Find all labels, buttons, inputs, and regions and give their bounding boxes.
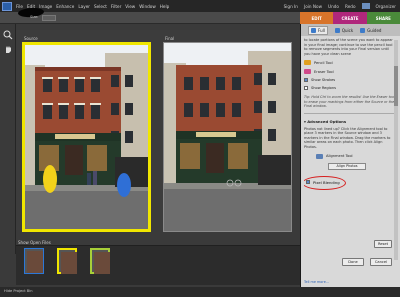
alignment-tool-item[interactable]: Alignment Tool bbox=[316, 153, 396, 159]
show-strokes-label: Show Strokes bbox=[311, 78, 336, 83]
panel-scroll-thumb[interactable] bbox=[394, 66, 398, 106]
tab-create[interactable]: CREATE bbox=[333, 12, 367, 24]
tab-guided-label: Guided bbox=[367, 27, 382, 33]
show-strokes-checkbox[interactable]: Show Strokes bbox=[304, 78, 396, 83]
final-image-pane[interactable] bbox=[163, 42, 292, 232]
align-photos-button[interactable]: Align Photos bbox=[328, 162, 366, 170]
menu-window[interactable]: Window bbox=[139, 4, 156, 9]
tab-guided[interactable]: Guided bbox=[360, 27, 382, 33]
pencil-tool-label: Pencil Tool bbox=[314, 60, 333, 65]
toolbox bbox=[0, 24, 16, 254]
pencil-tool-item[interactable]: Pencil Tool bbox=[304, 60, 396, 66]
eraser-icon bbox=[304, 69, 311, 75]
advanced-options-header[interactable]: ▾ Advanced Options bbox=[304, 119, 396, 124]
tab-share[interactable]: SHARE bbox=[366, 12, 400, 24]
highlight-circle bbox=[304, 175, 346, 190]
bin-thumbnail[interactable] bbox=[90, 248, 110, 274]
advanced-options-title: Advanced Options bbox=[307, 118, 347, 124]
eraser-tool-label: Eraser Tool bbox=[314, 69, 334, 74]
size-field[interactable] bbox=[42, 15, 56, 21]
bin-thumbnail[interactable] bbox=[24, 248, 44, 274]
menu-help[interactable]: Help bbox=[160, 4, 170, 9]
tab-edit[interactable]: EDIT bbox=[300, 12, 334, 24]
reset-row: Reset bbox=[300, 240, 400, 248]
show-regions-checkbox[interactable]: Show Regions bbox=[304, 86, 396, 91]
checkbox-icon bbox=[304, 86, 308, 91]
alignment-tool-label: Alignment Tool bbox=[326, 154, 353, 159]
source-photo bbox=[25, 45, 148, 229]
full-edit-icon bbox=[311, 27, 316, 33]
menu-enhance[interactable]: Enhance bbox=[56, 4, 74, 9]
menu-select[interactable]: Select bbox=[94, 4, 107, 9]
menu-bar: File Edit Image Enhance Layer Select Fil… bbox=[0, 0, 400, 12]
app-window: File Edit Image Enhance Layer Select Fil… bbox=[0, 0, 400, 297]
menu-view[interactable]: View bbox=[125, 4, 135, 9]
tab-quick[interactable]: Quick bbox=[334, 27, 354, 33]
hand-tool-icon[interactable] bbox=[3, 44, 13, 54]
tab-quick-label: Quick bbox=[341, 27, 354, 33]
organizer-button[interactable]: Organizer bbox=[376, 4, 396, 9]
mode-tabs: EDIT CREATE SHARE bbox=[300, 12, 400, 24]
bin-thumbnail[interactable] bbox=[57, 248, 77, 274]
redo-button[interactable]: Redo bbox=[345, 4, 356, 9]
done-cancel-row: Done Cancel bbox=[300, 258, 400, 266]
panel-intro-text: to locate portions of the scene you want… bbox=[304, 38, 393, 56]
organizer-icon[interactable] bbox=[361, 3, 370, 9]
tab-full[interactable]: Full bbox=[308, 25, 328, 35]
menu-file[interactable]: File bbox=[16, 4, 23, 9]
tip-text: Tip: Hold Ctrl to zoom the results! Use … bbox=[304, 95, 396, 109]
menu-layer[interactable]: Layer bbox=[78, 4, 90, 9]
pixel-blending-checkbox[interactable]: Pixel Blending bbox=[304, 175, 396, 190]
checkbox-icon bbox=[304, 78, 308, 83]
app-logo-icon bbox=[2, 1, 12, 11]
options-bar: Size: bbox=[0, 7, 300, 24]
menu-right: Sign In Join Now Undo Redo Organizer bbox=[278, 0, 396, 12]
guided-icon bbox=[360, 27, 366, 33]
status-bar: Hide Project Bin bbox=[0, 287, 400, 297]
source-label: Source bbox=[24, 36, 38, 41]
tab-full-label: Full bbox=[318, 27, 325, 33]
done-button[interactable]: Done bbox=[342, 258, 364, 266]
final-photo bbox=[164, 43, 291, 231]
advanced-options-text: Photos not lined up? Click the Alignment… bbox=[304, 126, 391, 149]
eraser-tool-item[interactable]: Eraser Tool bbox=[304, 69, 396, 75]
quick-fix-icon bbox=[334, 27, 340, 33]
panel-body: to locate portions of the scene you want… bbox=[304, 38, 396, 286]
status-text[interactable]: Hide Project Bin bbox=[4, 289, 33, 293]
divider bbox=[304, 112, 396, 114]
menu-image[interactable]: Image bbox=[39, 4, 52, 9]
size-label: Size: bbox=[30, 15, 39, 19]
reset-button[interactable]: Reset bbox=[374, 240, 392, 248]
join-now-link[interactable]: Join Now bbox=[304, 4, 322, 9]
undo-button[interactable]: Undo bbox=[328, 4, 339, 9]
panel-tabs: Full Quick Guided bbox=[301, 24, 400, 36]
zoom-tool-icon[interactable] bbox=[3, 30, 13, 40]
sign-in-link[interactable]: Sign In bbox=[284, 4, 298, 9]
cancel-button[interactable]: Cancel bbox=[370, 258, 392, 266]
final-label: Final bbox=[165, 36, 175, 41]
tell-me-more-link[interactable]: Tell me more... bbox=[304, 280, 329, 284]
alignment-icon bbox=[316, 153, 323, 159]
menu-filter[interactable]: Filter bbox=[111, 4, 121, 9]
pencil-icon bbox=[304, 60, 311, 66]
show-regions-label: Show Regions bbox=[311, 86, 337, 91]
source-image-pane[interactable] bbox=[22, 42, 151, 232]
